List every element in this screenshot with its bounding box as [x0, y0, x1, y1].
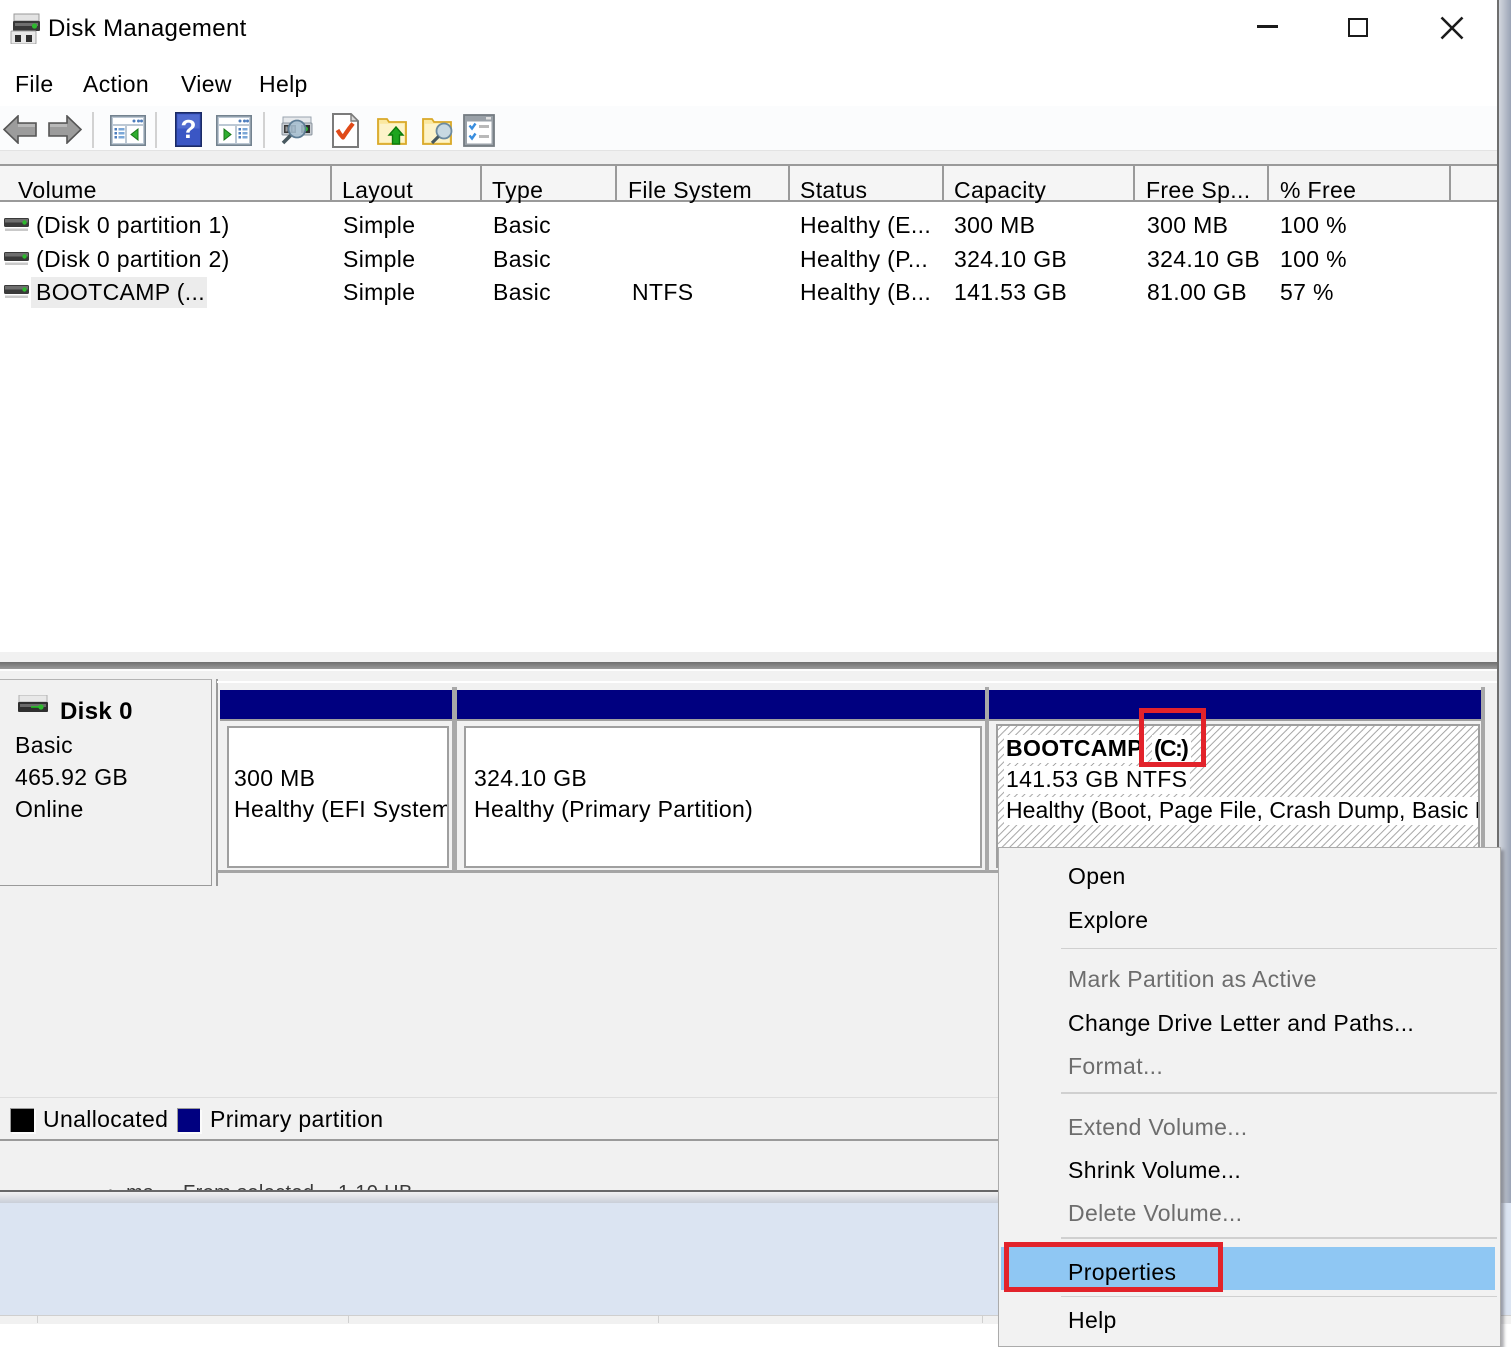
- svg-text:?: ?: [181, 114, 197, 144]
